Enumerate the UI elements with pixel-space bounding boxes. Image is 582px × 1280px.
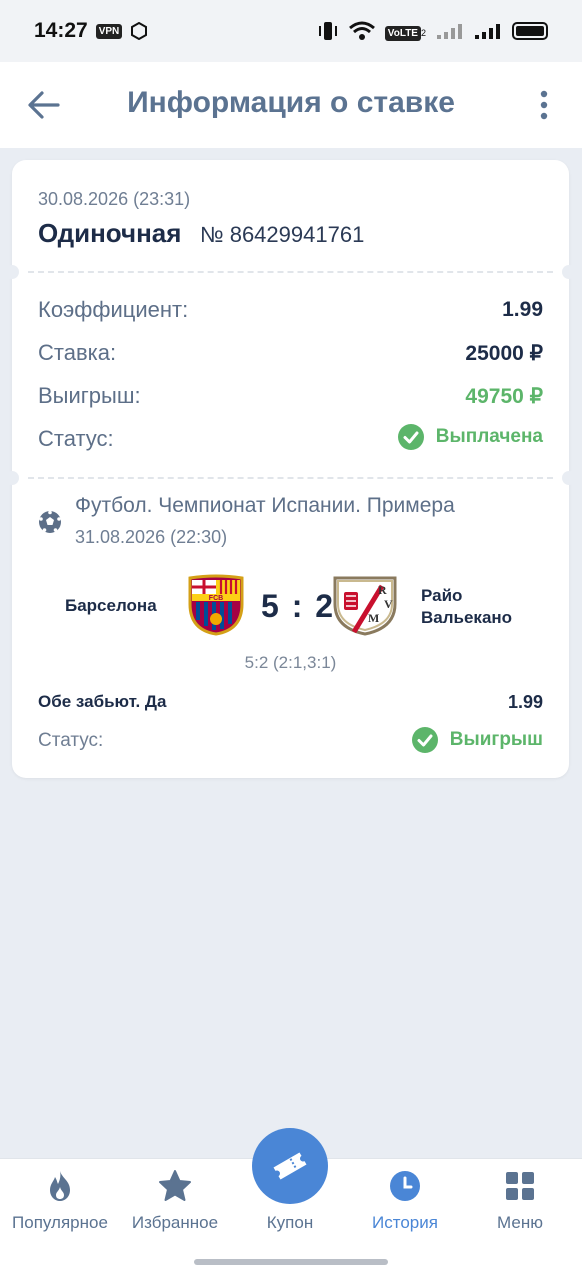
shield-icon [131,22,148,40]
nav-history[interactable]: История [347,1159,463,1249]
signal-icon-2 [475,24,500,39]
score-detail: 5:2 (2:1,3:1) [244,653,337,672]
soccer-ball-icon [39,510,61,533]
svg-text:FCB: FCB [209,595,223,602]
divider-2 [28,477,553,479]
bet-type: Одиночная [38,218,182,248]
nav-favorites[interactable]: Избранное [117,1159,233,1249]
market-name: Обе забьют. Да [38,692,167,711]
page-title: Информация о ставке [127,86,455,119]
win-value: 49750 ₽ [465,385,543,408]
vpn-badge: VPN [95,23,123,39]
coef-value: 1.99 [502,298,543,321]
barcelona-crest-icon: FCB [188,574,244,636]
wifi-icon [348,21,375,40]
flame-icon [50,1171,70,1201]
nav-favorites-label: Избранное [131,1213,219,1232]
svg-text:V: V [384,597,393,611]
event-status-value: Выигрыш [449,729,543,750]
league-name: Футбол. Чемпионат Испании. Примера [75,494,455,517]
bet-card: 30.08.2026 (23:31) Одиночная № 864299417… [5,160,576,778]
nav-history-label: История [372,1213,438,1232]
divider [28,271,553,273]
vibrate-icon [318,22,337,40]
nav-menu[interactable]: Меню [462,1159,578,1249]
nav-popular[interactable]: Популярное [2,1159,118,1249]
ticket-icon [273,1152,307,1180]
signal-icon [437,24,462,39]
stake-label: Ставка: [38,340,117,365]
event-date: 31.08.2026 (22:30) [75,527,228,547]
nav-coupon-label: Купон [266,1213,314,1232]
svg-text:R: R [378,583,387,597]
more-vertical-icon[interactable] [534,88,554,122]
status-label: Статус: [38,426,114,451]
status-time: 14:27 [34,19,88,42]
star-icon [159,1170,191,1201]
card-notch-right-2 [562,471,576,485]
card-notch-left [5,265,19,279]
team-away: Райо Вальекано [421,586,513,627]
nav-menu-label: Меню [497,1213,543,1232]
check-circle-icon [411,727,438,753]
status-paid: Выплачена [397,424,543,450]
svg-text:M: M [368,611,379,625]
rayo-vallecano-crest-icon: R V M [333,576,397,636]
app-header: Информация о ставке [0,62,582,148]
status-bar-right: VoLTE 2 [317,21,548,41]
status-value: Выплачена [435,426,543,447]
coef-label: Коэффициент: [38,297,189,322]
home-indicator[interactable] [194,1259,388,1265]
team-home: Барселона [65,596,157,615]
check-circle-icon [397,424,424,450]
event-status-label: Статус: [38,730,104,751]
status-won: Выигрыш [411,727,543,753]
match-score: 5 : 2 [261,588,336,624]
coupon-button[interactable] [252,1128,328,1204]
market-odd: 1.99 [507,692,543,712]
card-notch-left-2 [5,471,19,485]
status-bar: 14:27 VPN VoLTE 2 [0,0,582,62]
win-label: Выигрыш: [38,383,141,408]
card-notch-right [562,265,576,279]
status-bar-left: 14:27 VPN [34,19,148,43]
bet-number: № 86429941761 [200,222,365,247]
stake-value: 25000 ₽ [465,342,543,365]
clock-icon [390,1171,420,1201]
bet-date: 30.08.2026 (23:31) [38,189,191,209]
nav-popular-label: Популярное [12,1213,108,1232]
battery-icon [512,22,548,40]
grid-icon [506,1172,534,1200]
volte-badge: VoLTE 2 [384,23,426,41]
